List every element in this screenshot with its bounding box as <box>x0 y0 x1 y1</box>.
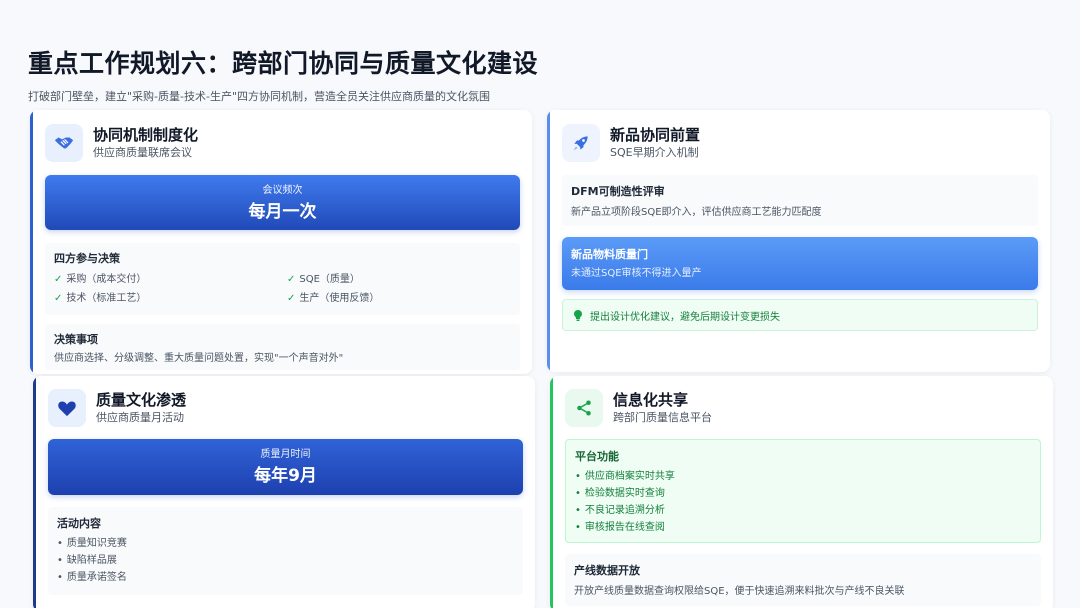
info-sharing-card: 信息化共享 跨部门质量信息平台 平台功能 • 供应商档案实时共享 • 检验数据实时查… <box>550 376 1053 608</box>
participant-item: ✓ SQE（质量） <box>287 274 360 285</box>
gate-text: 未通过SQE审核不得进入量产 <box>571 268 702 279</box>
new-product-card: 新品协同前置 SQE早期介入机制 DFM可制造性评审 新产品立项阶段SQE即介入… <box>547 110 1050 372</box>
banner-label: 会议频次 <box>262 185 303 196</box>
heart-icon <box>48 389 86 427</box>
list-item: • 审核报告在线查阅 <box>575 522 665 533</box>
card-subtitle: 跨部门质量信息平台 <box>613 411 712 424</box>
banner-label: 质量月时间 <box>260 449 311 460</box>
culture-card: 质量文化渗透 供应商质量月活动 质量月时间 每年9月 活动内容 • 质量知识竞赛 … <box>33 376 535 608</box>
list-item: • 不良记录追溯分析 <box>575 505 665 516</box>
card-accent-bar <box>33 376 36 608</box>
rocket-icon <box>562 124 600 162</box>
card-subtitle: SQE早期介入机制 <box>610 146 699 159</box>
dfm-text: 新产品立项阶段SQE即介入，评估供应商工艺能力匹配度 <box>571 207 822 218</box>
banner-value: 每月一次 <box>248 202 317 222</box>
check-icon: ✓ <box>287 274 296 285</box>
meeting-frequency-banner: 会议频次 每月一次 <box>45 175 520 230</box>
banner-value: 每年9月 <box>254 466 317 486</box>
page-subtitle: 打破部门壁垒，建立"采购-质量-技术-生产"四方协同机制，营造全员关注供应商质量… <box>28 90 491 103</box>
data-access-panel: 产线数据开放 开放产线质量数据查询权限给SQE，便于快速追溯来料批次与产线不良关… <box>565 554 1041 606</box>
list-item: • 供应商档案实时共享 <box>575 471 675 482</box>
data-title: 产线数据开放 <box>574 564 640 577</box>
dfm-title: DFM可制造性评审 <box>571 185 665 198</box>
card-title: 新品协同前置 <box>610 126 701 144</box>
decisions-text: 供应商选择、分级调整、重大质量问题处置，实现"一个声音对外" <box>54 353 344 364</box>
data-text: 开放产线质量数据查询权限给SQE，便于快速追溯来料批次与产线不良关联 <box>574 586 905 597</box>
check-icon: ✓ <box>54 293 63 304</box>
participants-panel: 四方参与决策 ✓ 采购（成本交付） ✓ SQE（质量） ✓ 技术（标准工艺） ✓ 生产（… <box>45 243 520 315</box>
list-item: • 检验数据实时查询 <box>575 488 665 499</box>
check-icon: ✓ <box>54 274 63 285</box>
list-item: • 质量知识竞赛 <box>57 538 127 549</box>
check-icon: ✓ <box>287 293 296 304</box>
list-item: • 质量承诺签名 <box>57 572 127 583</box>
card-title: 协同机制制度化 <box>93 126 199 144</box>
handshake-icon <box>45 124 83 162</box>
card-accent-bar <box>547 110 550 372</box>
lightbulb-icon <box>574 309 582 321</box>
card-subtitle: 供应商质量月活动 <box>96 411 184 424</box>
share-icon <box>565 389 603 427</box>
quality-gate-box: 新品物料质量门 未通过SQE审核不得进入量产 <box>562 237 1038 290</box>
tip-text: 提出设计优化建议，避免后期设计变更损失 <box>590 311 780 323</box>
card-title: 质量文化渗透 <box>96 391 187 409</box>
features-title: 平台功能 <box>575 450 619 463</box>
activities-panel: 活动内容 • 质量知识竞赛 • 缺陷样品展 • 质量承诺签名 <box>48 507 523 595</box>
participant-item: ✓ 生产（使用反馈） <box>287 293 380 304</box>
decisions-panel: 决策事项 供应商选择、分级调整、重大质量问题处置，实现"一个声音对外" <box>45 324 520 370</box>
mechanism-card: 协同机制制度化 供应商质量联席会议 会议频次 每月一次 四方参与决策 ✓ 采购（成… <box>30 110 532 374</box>
activities-title: 活动内容 <box>57 517 101 530</box>
list-item: • 缺陷样品展 <box>57 555 117 566</box>
quality-month-banner: 质量月时间 每年9月 <box>48 439 523 495</box>
dfm-panel: DFM可制造性评审 新产品立项阶段SQE即介入，评估供应商工艺能力匹配度 <box>562 175 1038 226</box>
card-accent-bar <box>550 376 553 608</box>
participant-item: ✓ 采购（成本交付） <box>54 274 147 285</box>
gate-title: 新品物料质量门 <box>571 248 648 261</box>
features-panel: 平台功能 • 供应商档案实时共享 • 检验数据实时查询 • 不良记录追溯分析 • 审核报… <box>565 439 1041 543</box>
page-title: 重点工作规划六：跨部门协同与质量文化建设 <box>28 49 539 78</box>
tip-box: 提出设计优化建议，避免后期设计变更损失 <box>562 299 1038 331</box>
participant-item: ✓ 技术（标准工艺） <box>54 293 147 304</box>
participants-title: 四方参与决策 <box>54 252 120 265</box>
card-accent-bar <box>30 110 33 374</box>
card-subtitle: 供应商质量联席会议 <box>93 146 192 159</box>
card-title: 信息化共享 <box>613 391 689 409</box>
decisions-title: 决策事项 <box>54 333 98 346</box>
